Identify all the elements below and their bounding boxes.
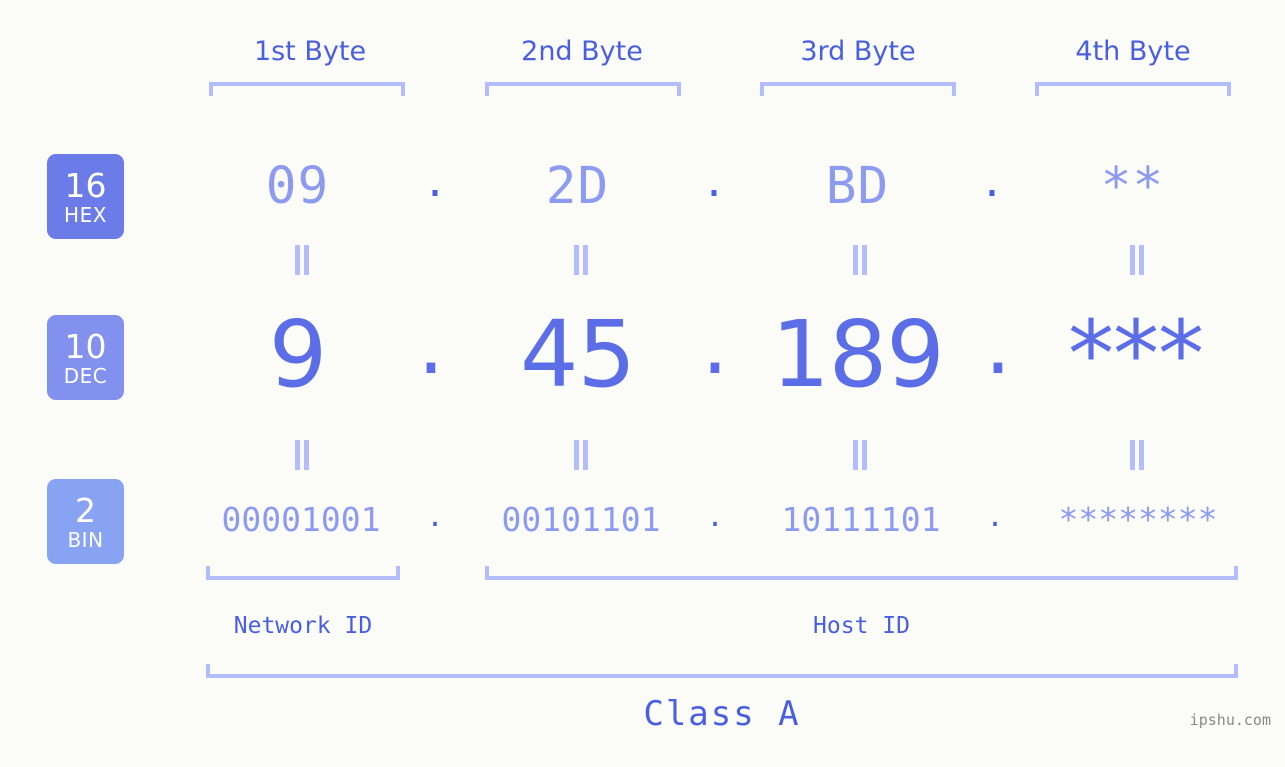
equals-mark-dec-bin-3 bbox=[846, 440, 872, 470]
base-badge-hex-name: HEX bbox=[64, 202, 107, 227]
base-badge-hex: 16 HEX bbox=[47, 154, 124, 239]
base-badge-bin-name: BIN bbox=[67, 527, 104, 552]
class-label: Class A bbox=[643, 694, 801, 734]
hex-separator-1: . bbox=[427, 152, 443, 208]
dec-byte-1: 9 bbox=[268, 301, 328, 408]
base-badge-dec: 10 DEC bbox=[47, 315, 124, 400]
equals-mark-hex-dec-4 bbox=[1123, 245, 1149, 275]
byte-bracket-top-3 bbox=[760, 82, 956, 96]
equals-mark-dec-bin-1 bbox=[288, 440, 314, 470]
hex-byte-2: 2D bbox=[545, 157, 610, 216]
hex-byte-3: BD bbox=[825, 157, 890, 216]
byte-header-label-2: 2nd Byte bbox=[521, 36, 643, 67]
base-badge-dec-number: 10 bbox=[64, 326, 107, 366]
base-badge-bin-number: 2 bbox=[75, 490, 96, 530]
bin-separator-1: . bbox=[429, 495, 441, 535]
base-badge-dec-name: DEC bbox=[63, 363, 108, 388]
equals-mark-dec-bin-4 bbox=[1123, 440, 1149, 470]
hex-byte-4: ** bbox=[1100, 157, 1165, 216]
dec-byte-4: *** bbox=[1068, 301, 1204, 408]
bin-byte-4: ******** bbox=[1058, 500, 1218, 539]
dec-separator-1: . bbox=[417, 295, 445, 393]
byte-header-label-1: 1st Byte bbox=[253, 36, 367, 67]
base-badge-hex-number: 16 bbox=[64, 165, 107, 205]
hex-separator-2: . bbox=[706, 152, 722, 208]
hex-byte-1: 09 bbox=[265, 157, 330, 216]
host-id-label: Host ID bbox=[813, 613, 910, 639]
byte-bracket-top-1 bbox=[209, 82, 405, 96]
class-bracket bbox=[206, 664, 1238, 678]
bin-byte-3: 10111101 bbox=[781, 500, 941, 539]
byte-header-label-3: 3rd Byte bbox=[800, 36, 916, 67]
bin-separator-3: . bbox=[989, 495, 1001, 535]
byte-header-label-4: 4th Byte bbox=[1075, 36, 1191, 67]
dec-separator-3: . bbox=[984, 295, 1012, 393]
dec-byte-3: 189 bbox=[771, 301, 945, 408]
byte-bracket-top-2 bbox=[485, 82, 681, 96]
equals-mark-hex-dec-2 bbox=[567, 245, 593, 275]
bin-separator-2: . bbox=[709, 495, 721, 535]
dec-byte-2: 45 bbox=[519, 301, 636, 408]
network-id-label: Network ID bbox=[233, 613, 373, 639]
equals-mark-hex-dec-3 bbox=[846, 245, 872, 275]
network-id-bracket bbox=[206, 566, 400, 580]
equals-mark-hex-dec-1 bbox=[288, 245, 314, 275]
byte-bracket-top-4 bbox=[1035, 82, 1231, 96]
ip-breakdown-diagram: 1st Byte 2nd Byte 3rd Byte 4th Byte 16 H… bbox=[0, 0, 1285, 767]
base-badge-bin: 2 BIN bbox=[47, 479, 124, 564]
host-id-bracket bbox=[485, 566, 1238, 580]
hex-separator-3: . bbox=[984, 152, 1000, 208]
bin-byte-2: 00101101 bbox=[501, 500, 661, 539]
bin-byte-1: 00001001 bbox=[221, 500, 381, 539]
equals-mark-dec-bin-2 bbox=[567, 440, 593, 470]
dec-separator-2: . bbox=[701, 295, 729, 393]
site-watermark: ipshu.com bbox=[1189, 711, 1271, 729]
